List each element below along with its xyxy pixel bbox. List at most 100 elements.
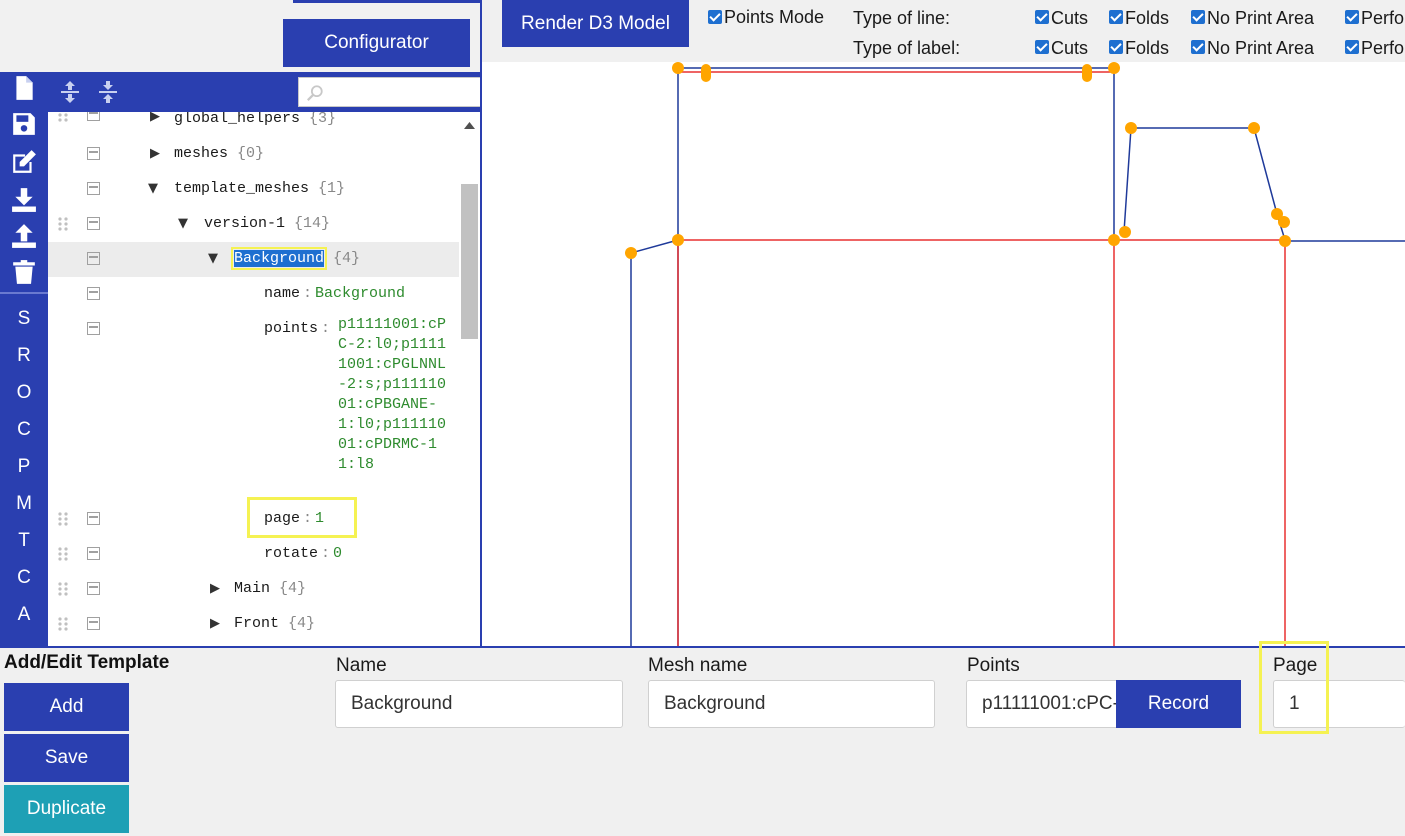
row-context-box[interactable] [87,217,100,230]
toolbar-letter-s[interactable]: S [0,308,48,345]
tree-row-front[interactable]: ▶ Front {4} [48,607,459,642]
collapse-all-icon[interactable] [96,80,120,104]
tree-row-global-helpers[interactable]: ▶ global_helpers {3} [48,112,459,137]
tree-field[interactable]: rotate:0 [264,545,342,562]
row-context-box[interactable] [87,287,100,300]
configurator-button[interactable]: Configurator [283,19,470,67]
scroll-up-icon[interactable] [463,120,476,130]
edit-icon[interactable] [10,148,38,176]
tree-row-version-1[interactable]: ▼ version-1 {14} [48,207,459,242]
row-context-box[interactable] [87,182,100,195]
line-no-print-area-checkbox[interactable] [1191,10,1205,24]
label-perfo-label[interactable]: Perfo [1361,38,1404,59]
tree-key[interactable]: template_meshes {1} [174,180,345,197]
row-context-box[interactable] [87,112,100,121]
expand-arrow-icon[interactable]: ▶ [210,616,220,631]
toolbar-letter-m[interactable]: M [0,493,48,530]
row-context-box[interactable] [87,582,100,595]
line-perfo-label[interactable]: Perfo [1361,8,1404,29]
row-context-box[interactable] [87,547,100,560]
collapse-arrow-icon[interactable]: ▼ [208,251,218,266]
mesh-point[interactable] [1279,235,1291,247]
expand-arrow-icon[interactable]: ▶ [210,581,220,596]
points-mode-checkbox[interactable] [708,10,722,24]
row-context-box[interactable] [87,617,100,630]
record-button[interactable]: Record [1116,680,1241,728]
toolbar-letter-t[interactable]: T [0,530,48,567]
tree-key[interactable]: meshes {0} [174,145,264,162]
tree-row-template-meshes[interactable]: ▼ template_meshes {1} [48,172,459,207]
name-input[interactable] [335,680,623,728]
mesh-point[interactable] [1082,64,1092,82]
mesh-point[interactable] [672,62,684,74]
points-input[interactable] [966,680,1118,728]
line-folds-checkbox[interactable] [1109,10,1123,24]
mesh-point[interactable] [1108,234,1120,246]
download-icon[interactable] [10,186,38,214]
mesh-point[interactable] [625,247,637,259]
tree-scrollbar[interactable] [459,112,480,646]
toolbar-letter-a[interactable]: A [0,604,48,641]
tree-field[interactable]: name: Background [264,285,405,302]
drag-handle-icon[interactable] [57,546,69,562]
expand-arrow-icon[interactable]: ▶ [150,112,160,124]
row-context-box[interactable] [87,252,100,265]
drag-handle-icon[interactable] [57,581,69,597]
toolbar-letter-p[interactable]: P [0,456,48,493]
drag-handle-icon[interactable] [57,511,69,527]
mesh-point[interactable] [1278,216,1290,228]
tree-key[interactable]: global_helpers {3} [174,112,336,127]
toolbar-letter-c[interactable]: C [0,419,48,456]
tree-row-rotate[interactable]: rotate:0 [48,537,459,572]
line-cuts-label[interactable]: Cuts [1051,8,1088,29]
line-folds-label[interactable]: Folds [1125,8,1169,29]
collapse-arrow-icon[interactable]: ▼ [148,181,158,196]
collapse-arrow-icon[interactable]: ▼ [178,216,188,231]
render-d3-model-button[interactable]: Render D3 Model [502,0,689,47]
expand-arrow-icon[interactable]: ▶ [150,146,160,161]
points-value[interactable]: p11111001:cPC-2:l0;p11111001:cPGLNNL-2:s… [338,315,452,475]
row-context-box[interactable] [87,147,100,160]
tree-key[interactable]: Main {4} [234,580,306,597]
line-no-print-area-label[interactable]: No Print Area [1207,8,1314,29]
expand-all-icon[interactable] [58,80,82,104]
save-button[interactable]: Save [4,734,129,782]
drag-handle-icon[interactable] [57,112,69,123]
line-perfo-checkbox[interactable] [1345,10,1359,24]
tree-row-background[interactable]: ▼ Background {4} [48,242,459,277]
tree-row-main[interactable]: ▶ Main {4} [48,572,459,607]
tree-field[interactable]: points: [264,320,333,337]
toolbar-letter-r[interactable]: R [0,345,48,382]
drag-handle-icon[interactable] [57,616,69,632]
label-no-print-area-checkbox[interactable] [1191,40,1205,54]
mesh-point[interactable] [701,64,711,82]
mesh-point[interactable] [672,234,684,246]
label-folds-label[interactable]: Folds [1125,38,1169,59]
new-file-icon[interactable] [10,74,38,102]
duplicate-button[interactable]: Duplicate [4,785,129,833]
d3-model-canvas[interactable] [480,62,1405,646]
label-perfo-checkbox[interactable] [1345,40,1359,54]
upload-icon[interactable] [10,222,38,250]
save-icon[interactable] [10,110,38,138]
label-folds-checkbox[interactable] [1109,40,1123,54]
label-no-print-area-label[interactable]: No Print Area [1207,38,1314,59]
points-mode-label[interactable]: Points Mode [724,7,824,28]
tree-key[interactable]: Background {4} [230,247,360,270]
line-cuts-checkbox[interactable] [1035,10,1049,24]
toolbar-letter-o[interactable]: O [0,382,48,419]
drag-handle-icon[interactable] [57,216,69,232]
row-context-box[interactable] [87,512,100,525]
toolbar-letter-c2[interactable]: C [0,567,48,604]
mesh-point[interactable] [1125,122,1137,134]
mesh-point[interactable] [1119,226,1131,238]
row-context-box[interactable] [87,322,100,335]
tree-search-input[interactable] [329,80,469,104]
add-button[interactable]: Add [4,683,129,731]
trash-icon[interactable] [10,258,38,286]
mesh-point[interactable] [1108,62,1120,74]
label-cuts-label[interactable]: Cuts [1051,38,1088,59]
label-cuts-checkbox[interactable] [1035,40,1049,54]
tree-row-name[interactable]: name: Background [48,277,459,312]
mesh-name-input[interactable] [648,680,935,728]
